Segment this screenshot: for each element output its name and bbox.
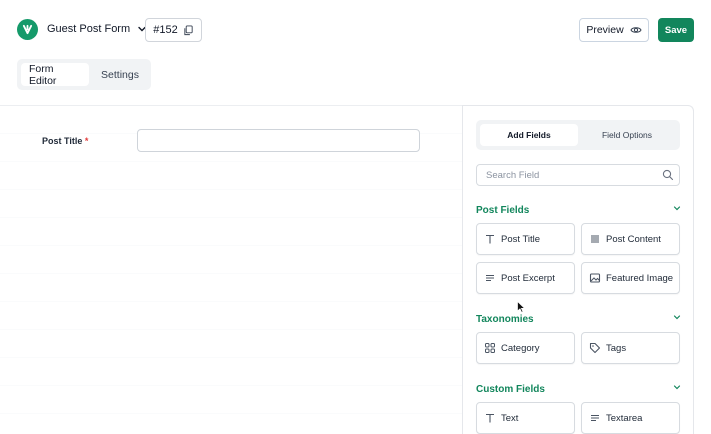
field-button-category[interactable]: Category xyxy=(476,332,575,364)
field-button-label: Tags xyxy=(606,342,627,354)
tab-form-editor[interactable]: Form Editor xyxy=(21,63,90,87)
field-button-label: Post Title xyxy=(501,233,541,245)
search-field-input[interactable] xyxy=(476,164,680,186)
preview-label: Preview xyxy=(586,24,624,36)
image-icon xyxy=(589,273,601,283)
chevron-down-icon[interactable] xyxy=(672,312,682,322)
field-button-label: Textarea xyxy=(606,412,643,424)
logo-icon xyxy=(22,24,33,35)
field-button-text[interactable]: Text xyxy=(476,402,575,434)
section-title-custom-fields[interactable]: Custom Fields xyxy=(476,384,545,395)
search-icon xyxy=(662,169,674,181)
field-button-textarea[interactable]: Textarea xyxy=(581,402,680,434)
form-selector[interactable]: Guest Post Form xyxy=(47,23,148,35)
eye-icon xyxy=(630,27,642,33)
field-button-label: Category xyxy=(501,342,540,354)
mouse-cursor-icon xyxy=(517,301,525,313)
form-id-copy[interactable]: #152 xyxy=(145,18,202,42)
editor-tabs: Form Editor Settings xyxy=(17,59,151,90)
tag-icon xyxy=(589,342,601,354)
panel-tabs: Add Fields Field Options xyxy=(476,120,680,150)
chevron-down-icon[interactable] xyxy=(672,203,682,213)
copy-icon xyxy=(184,24,193,35)
text-type-icon xyxy=(486,234,494,244)
post-title-label: Post Title * xyxy=(42,136,88,146)
section-title-taxonomies[interactable]: Taxonomies xyxy=(476,314,534,325)
section-title-post-fields[interactable]: Post Fields xyxy=(476,205,529,216)
field-button-post-excerpt[interactable]: Post Excerpt xyxy=(476,262,575,294)
app-logo xyxy=(17,19,38,40)
save-button[interactable]: Save xyxy=(658,18,694,42)
field-button-post-title[interactable]: Post Title xyxy=(476,223,575,255)
form-canvas xyxy=(0,105,462,434)
field-button-label: Post Excerpt xyxy=(501,272,555,284)
lines-icon xyxy=(591,414,599,422)
post-title-input[interactable] xyxy=(137,129,420,152)
form-id: #152 xyxy=(153,24,178,36)
text-type-icon xyxy=(486,413,494,423)
preview-button[interactable]: Preview xyxy=(579,18,649,42)
field-button-featured-image[interactable]: Featured Image xyxy=(581,262,680,294)
grid-icon xyxy=(485,343,495,353)
field-button-post-content[interactable]: Post Content xyxy=(581,223,680,255)
field-button-label: Text xyxy=(501,412,519,424)
paragraph-icon xyxy=(591,235,599,243)
field-button-tags[interactable]: Tags xyxy=(581,332,680,364)
post-title-label-text: Post Title xyxy=(42,136,83,146)
field-button-label: Post Content xyxy=(606,233,661,245)
tab-field-options[interactable]: Field Options xyxy=(578,124,676,146)
form-name-label: Guest Post Form xyxy=(47,23,131,35)
lines-icon xyxy=(486,274,494,282)
field-button-label: Featured Image xyxy=(606,272,674,284)
chevron-down-icon[interactable] xyxy=(672,382,682,392)
tab-add-fields[interactable]: Add Fields xyxy=(480,124,578,146)
tab-settings[interactable]: Settings xyxy=(93,63,147,86)
required-mark: * xyxy=(84,136,89,146)
